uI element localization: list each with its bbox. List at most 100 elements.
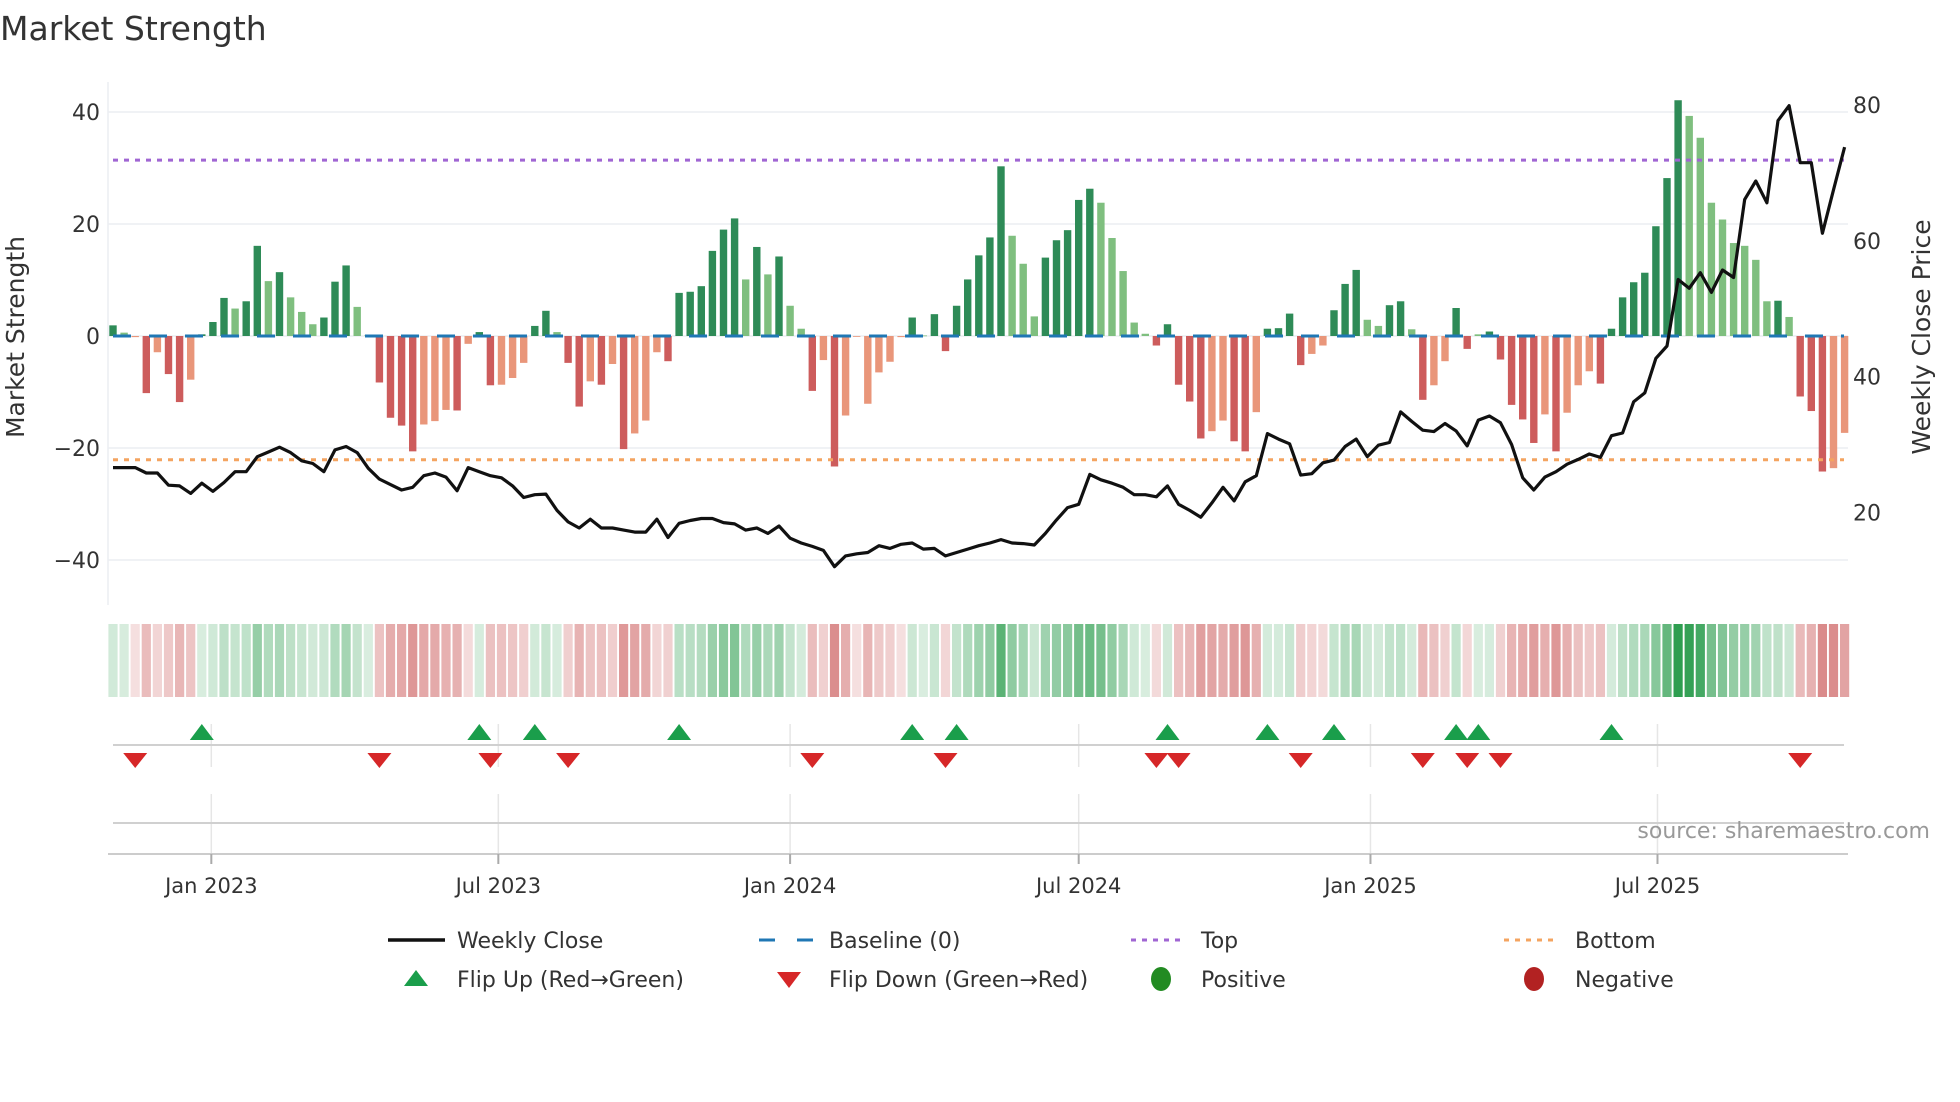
heatmap-cell xyxy=(1029,624,1039,697)
strength-bar xyxy=(220,297,228,336)
heatmap-cell xyxy=(1051,624,1062,697)
heatmap-cell xyxy=(541,624,551,697)
right-tick-label: 80 xyxy=(1853,94,1881,119)
flip-down-marker xyxy=(556,753,581,768)
heatmap-cell xyxy=(1584,624,1594,697)
heatmap-cell xyxy=(1695,624,1705,697)
strength-bar xyxy=(1641,272,1649,336)
heatmap-cell xyxy=(1673,624,1683,697)
heatmap-cell xyxy=(652,624,662,697)
strength-bar xyxy=(1097,202,1105,336)
heatmap-cell xyxy=(530,624,540,697)
strength-bar xyxy=(386,336,395,418)
strength-bar xyxy=(1474,334,1482,336)
source-label: source: sharemaestro.com xyxy=(1637,819,1930,844)
right-tick-label: 20 xyxy=(1853,501,1881,526)
strength-bar xyxy=(1840,336,1849,433)
x-tick-label: Jan 2023 xyxy=(163,874,258,898)
heatmap-cell xyxy=(297,624,307,697)
heatmap-cell xyxy=(341,624,351,697)
heatmap-cell xyxy=(963,624,973,697)
heatmap-cell xyxy=(519,624,529,697)
left-tick-label: 40 xyxy=(72,101,100,126)
legend-item-baseline[interactable]: Baseline (0) xyxy=(759,929,960,954)
heatmap-cell xyxy=(108,624,118,697)
strength-bar xyxy=(1030,316,1038,336)
strength-bar xyxy=(508,336,517,378)
x-tick-label: Jan 2024 xyxy=(742,874,837,898)
heatmap-cell xyxy=(152,624,162,697)
heatmap-cell xyxy=(1384,624,1395,697)
strength-bar xyxy=(1774,300,1782,336)
strength-bar xyxy=(1496,336,1505,360)
left-tick-label: 0 xyxy=(86,325,100,350)
strength-bar xyxy=(253,245,261,336)
flip-up-marker xyxy=(1255,724,1280,740)
strength-bar xyxy=(1596,336,1605,384)
heatmap-cell xyxy=(1828,624,1839,697)
heatmap-cell xyxy=(319,624,329,697)
strength-bar xyxy=(1419,336,1427,400)
heatmap-cell xyxy=(1684,624,1694,697)
heatmap-cell xyxy=(274,624,285,697)
strength-bars xyxy=(109,100,1849,472)
legend-item-bottom[interactable]: Bottom xyxy=(1504,929,1656,954)
heatmap-cell xyxy=(741,624,751,697)
heatmap-cell xyxy=(863,624,873,697)
flip-down-marker xyxy=(367,753,392,768)
heatmap-cell xyxy=(574,624,584,697)
legend-item-flip-up[interactable]: Flip Up (Red→Green) xyxy=(404,968,684,993)
legend-item-positive[interactable]: Positive xyxy=(1151,967,1286,993)
heatmap-cell xyxy=(141,624,151,697)
strength-bar xyxy=(1519,336,1527,420)
strength-bar xyxy=(375,336,384,383)
strength-bar xyxy=(830,336,839,467)
strength-bar xyxy=(975,255,983,336)
heatmap-cell xyxy=(907,624,917,697)
flip-up-marker xyxy=(667,724,692,740)
heatmap-cell xyxy=(874,624,884,697)
strength-bar xyxy=(642,336,650,421)
heatmap-cell xyxy=(563,624,573,697)
heatmap-cell xyxy=(1618,624,1628,697)
heatmap-cell xyxy=(885,624,895,697)
legend-item-flip-down[interactable]: Flip Down (Green→Red) xyxy=(777,968,1088,993)
chart-title: Market Strength xyxy=(0,9,267,48)
heatmap-cell xyxy=(1706,624,1716,697)
heatmap-cell xyxy=(674,624,684,697)
legend-item-top[interactable]: Top xyxy=(1131,929,1238,954)
heatmap-cell xyxy=(1396,624,1406,697)
strength-bar xyxy=(1352,269,1360,336)
heatmap-cell xyxy=(752,624,762,697)
legend-item-negative[interactable]: Negative xyxy=(1524,967,1674,993)
strength-bar xyxy=(1363,319,1371,336)
strength-bar xyxy=(542,310,550,336)
strength-bar xyxy=(1108,238,1116,336)
heatmap-cell xyxy=(1174,624,1184,697)
legend: Weekly Close Baseline (0) Top Bottom Fli… xyxy=(388,929,1674,993)
heatmap-cell xyxy=(1573,624,1583,697)
heatmap-cell xyxy=(1651,624,1661,697)
strength-bar xyxy=(886,336,894,362)
right-axis-ticks: 80 60 40 20 xyxy=(1853,94,1881,526)
strength-bar xyxy=(786,305,794,336)
strength-bar xyxy=(1319,336,1327,346)
strength-bar xyxy=(675,292,683,336)
legend-item-weekly-close[interactable]: Weekly Close xyxy=(388,929,603,954)
strength-bar xyxy=(1341,283,1349,336)
strength-bar xyxy=(1763,301,1771,336)
heatmap-cell xyxy=(219,624,229,697)
date-gridlines xyxy=(210,724,1659,854)
strength-bar xyxy=(153,336,162,353)
heatmap-cell xyxy=(1140,624,1150,697)
heatmap-cell xyxy=(1640,624,1650,697)
legend-label: Baseline (0) xyxy=(829,929,960,954)
heatmap-cell xyxy=(308,624,318,697)
strength-bar xyxy=(1630,282,1638,336)
x-tick-label: Jul 2024 xyxy=(1034,874,1121,898)
heatmap-cell xyxy=(1529,624,1539,697)
strength-bar xyxy=(1741,245,1749,336)
strength-bar xyxy=(1607,328,1616,336)
heatmap-cell xyxy=(940,624,951,697)
strength-bar xyxy=(1308,336,1316,354)
